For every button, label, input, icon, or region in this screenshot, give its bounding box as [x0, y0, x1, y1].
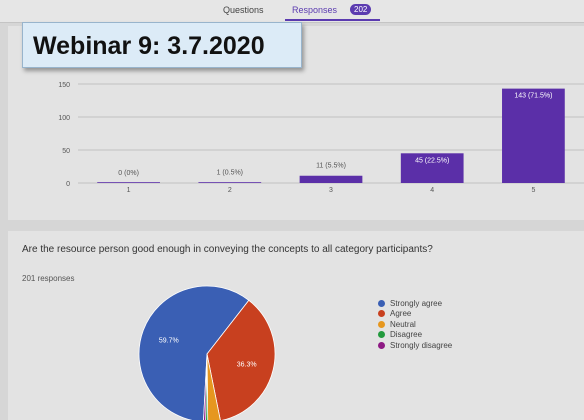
- legend-label: Strongly agree: [390, 298, 443, 308]
- x-tick-label: 4: [430, 187, 434, 194]
- legend-item: Strongly agree: [378, 298, 452, 309]
- legend-swatch: [378, 299, 385, 307]
- bar: [502, 88, 565, 183]
- x-tick-label: 5: [531, 187, 535, 194]
- y-tick-label: 50: [62, 148, 70, 155]
- pie-slice-label: 36.3%: [237, 361, 257, 368]
- legend-swatch: [378, 341, 385, 349]
- y-tick-label: 100: [58, 115, 70, 122]
- legend-item: Disagree: [378, 330, 452, 341]
- legend-label: Neutral: [390, 319, 416, 329]
- legend-label: Agree: [390, 309, 412, 319]
- legend-item: Strongly disagree: [378, 340, 452, 351]
- question-text: Are the resource person good enough in c…: [22, 244, 433, 255]
- bar-chart: 0 50 100 150 0 (0%) 1 1 (0.5%) 2 11 (5.5%) 3 45 (2…: [58, 82, 584, 194]
- bar: [299, 175, 363, 183]
- legend-swatch: [378, 331, 385, 339]
- legend-item: Neutral: [378, 319, 452, 330]
- legend-label: Disagree: [390, 330, 423, 340]
- legend-item: Agree: [378, 309, 452, 320]
- bar-data-label: 0 (0%): [118, 170, 139, 177]
- legend-swatch: [378, 320, 385, 328]
- bar: [198, 182, 262, 183]
- legend-swatch: [378, 310, 385, 318]
- y-tick-label: 150: [58, 82, 70, 89]
- x-tick-label: 2: [228, 187, 232, 194]
- pie-legend: Strongly agree Agree Neutral Disagree Strong…: [378, 298, 452, 351]
- bar-data-label: 11 (5.5%): [316, 163, 346, 170]
- bar: [97, 182, 160, 183]
- bar-data-label: 143 (71.5%): [514, 93, 552, 100]
- pie-chart: 59.7% 36.3%: [138, 285, 276, 420]
- x-tick-label: 1: [127, 187, 131, 194]
- bar-data-label: 45 (22.5%): [415, 157, 449, 164]
- response-count: 201 responses: [22, 274, 75, 283]
- y-tick-label: 0: [66, 181, 70, 188]
- x-tick-label: 3: [329, 187, 333, 194]
- legend-label: Strongly disagree: [390, 340, 453, 350]
- webinar-title-overlay: Webinar 9: 3.7.2020: [22, 22, 302, 68]
- pie-slice-label: 59.7%: [159, 338, 179, 345]
- bar-data-label: 1 (0.5%): [217, 169, 243, 176]
